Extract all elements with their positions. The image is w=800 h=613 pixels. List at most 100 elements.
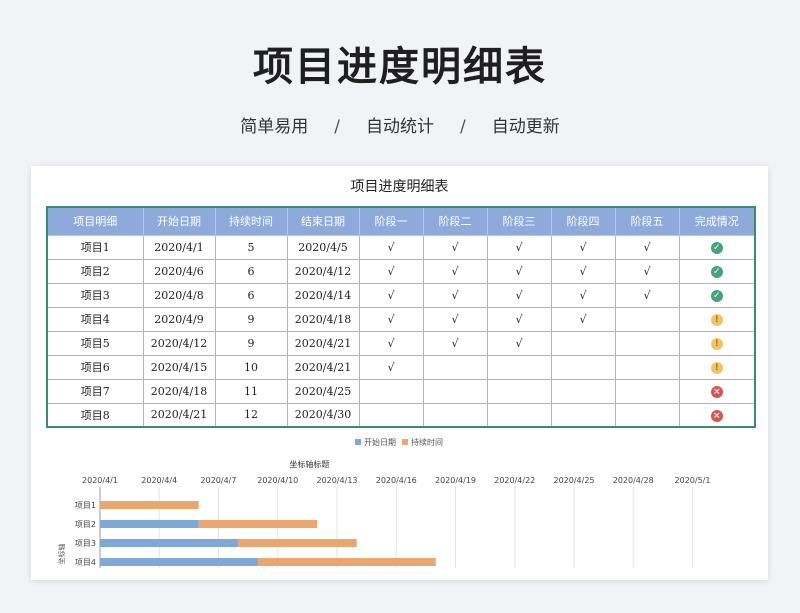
stage-cell[interactable] [486,378,552,404]
column-header[interactable]: 完成情况 [678,206,756,236]
stage-cell[interactable] [614,330,680,356]
project-name-cell[interactable]: 项目3 [46,282,144,308]
stage-cell[interactable]: √ [486,282,552,308]
stage-cell[interactable] [614,306,680,332]
end-date-cell[interactable]: 2020/4/21 [286,354,360,380]
status-cell[interactable]: ! [678,306,756,332]
stage-cell[interactable]: √ [422,282,488,308]
stage-cell[interactable] [422,378,488,404]
project-name-cell[interactable]: 项目8 [46,402,144,428]
end-date-cell[interactable]: 2020/4/18 [286,306,360,332]
stage-cell[interactable]: √ [422,258,488,284]
column-header[interactable]: 阶段五 [614,206,680,236]
status-cell[interactable]: ✓ [678,258,756,284]
stage-cell[interactable]: √ [550,258,616,284]
stage-cell[interactable]: √ [422,330,488,356]
stage-cell[interactable]: √ [358,306,424,332]
stage-cell[interactable] [614,354,680,380]
start-date-cell[interactable]: 2020/4/18 [142,378,216,404]
end-date-cell[interactable]: 2020/4/12 [286,258,360,284]
status-cell[interactable]: ! [678,330,756,356]
stage-cell[interactable]: √ [358,330,424,356]
duration-cell[interactable]: 11 [214,378,288,404]
bar-start-date [100,539,239,547]
duration-cell[interactable]: 10 [214,354,288,380]
stage-cell[interactable]: √ [358,258,424,284]
stage-cell[interactable]: √ [550,306,616,332]
project-name-cell[interactable]: 项目4 [46,306,144,332]
stage-cell[interactable] [614,378,680,404]
column-header[interactable]: 阶段二 [422,206,488,236]
bar-duration [238,539,357,547]
stage-cell[interactable] [614,402,680,428]
stage-cell[interactable] [358,402,424,428]
duration-cell[interactable]: 6 [214,282,288,308]
project-name-cell[interactable]: 项目5 [46,330,144,356]
start-date-cell[interactable]: 2020/4/1 [142,234,216,260]
stage-cell[interactable] [358,378,424,404]
table-row: 项目1 2020/4/1 5 2020/4/5 √ √ √ √ √ ✓ [46,234,756,260]
status-cell[interactable]: ✓ [678,282,756,308]
column-header[interactable]: 结束日期 [286,206,360,236]
stage-cell[interactable]: √ [486,306,552,332]
start-date-cell[interactable]: 2020/4/21 [142,402,216,428]
stage-cell[interactable]: √ [550,234,616,260]
stage-cell[interactable]: √ [486,258,552,284]
stage-cell[interactable]: √ [358,354,424,380]
status-cell[interactable]: ! [678,354,756,380]
duration-cell[interactable]: 9 [214,330,288,356]
column-header[interactable]: 阶段三 [486,206,552,236]
stage-cell[interactable]: √ [550,282,616,308]
project-name-cell[interactable]: 项目1 [46,234,144,260]
status-cell[interactable]: × [678,402,756,428]
start-date-cell[interactable]: 2020/4/9 [142,306,216,332]
project-name-cell[interactable]: 项目7 [46,378,144,404]
stage-cell[interactable] [486,402,552,428]
status-cell[interactable]: ✓ [678,234,756,260]
stage-cell[interactable]: √ [422,234,488,260]
stage-cell[interactable] [422,402,488,428]
stage-cell[interactable]: √ [422,306,488,332]
stage-cell[interactable]: √ [486,330,552,356]
x-tick-label: 2020/4/13 [316,476,357,485]
project-name-cell[interactable]: 项目6 [46,354,144,380]
column-header[interactable]: 持续时间 [214,206,288,236]
stage-cell[interactable]: √ [614,282,680,308]
end-date-cell[interactable]: 2020/4/14 [286,282,360,308]
stage-cell[interactable]: √ [614,234,680,260]
stage-cell[interactable] [550,330,616,356]
duration-cell[interactable]: 12 [214,402,288,428]
end-date-cell[interactable]: 2020/4/25 [286,378,360,404]
column-header[interactable]: 阶段四 [550,206,616,236]
column-header[interactable]: 项目明细 [46,206,144,236]
stage-cell[interactable]: √ [358,234,424,260]
status-cell[interactable]: × [678,378,756,404]
stage-cell[interactable]: √ [614,258,680,284]
end-date-cell[interactable]: 2020/4/21 [286,330,360,356]
legend-label-start: 开始日期 [364,437,396,447]
subtitle-item-auto-update: 自动更新 [491,117,560,137]
start-date-cell[interactable]: 2020/4/12 [142,330,216,356]
x-circle-icon: × [710,386,723,398]
end-date-cell[interactable]: 2020/4/5 [286,234,360,260]
x-tick-label: 2020/4/4 [141,476,177,485]
stage-cell[interactable] [422,354,488,380]
start-date-cell[interactable]: 2020/4/15 [142,354,216,380]
column-header[interactable]: 阶段一 [358,206,424,236]
start-date-cell[interactable]: 2020/4/6 [142,258,216,284]
subtitle-item-auto-stat: 自动统计 [366,117,434,137]
stage-cell[interactable]: √ [486,234,552,260]
duration-cell[interactable]: 6 [214,258,288,284]
stage-cell[interactable] [486,354,552,380]
stage-cell[interactable] [550,354,616,380]
stage-cell[interactable] [550,402,616,428]
stage-cell[interactable] [550,378,616,404]
duration-cell[interactable]: 9 [214,306,288,332]
stage-cell[interactable]: √ [358,282,424,308]
column-header[interactable]: 开始日期 [142,206,216,236]
duration-cell[interactable]: 5 [214,234,288,260]
end-date-cell[interactable]: 2020/4/30 [286,402,360,428]
start-date-cell[interactable]: 2020/4/8 [142,282,216,308]
project-name-cell[interactable]: 项目2 [46,258,144,284]
exclamation-circle-icon: ! [710,362,723,374]
